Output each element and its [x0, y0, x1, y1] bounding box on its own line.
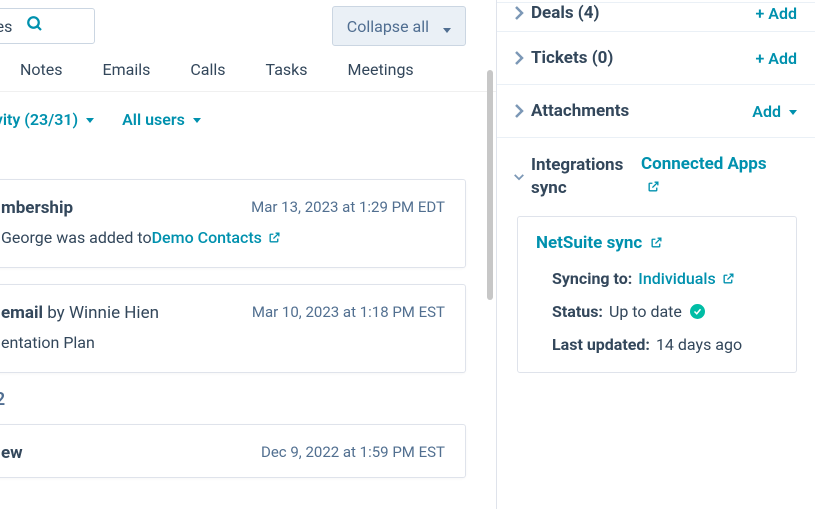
year-separator: 2022 — [0, 389, 496, 410]
netsuite-sync-card: NetSuite sync Syncing to: Individuals — [517, 216, 797, 373]
top-row: ivities Collapse all — [0, 0, 496, 46]
external-link-icon — [647, 180, 660, 193]
caret-down-icon — [193, 118, 201, 123]
activity-timeline-panel: ivities Collapse all Notes Emails Calls … — [0, 0, 496, 509]
section-integrations-sync: Integrations sync Connected Apps NetSuit… — [497, 138, 815, 373]
syncing-to-value-link[interactable]: Individuals — [638, 269, 715, 288]
external-link-icon[interactable] — [722, 272, 735, 285]
add-attachment-dropdown[interactable]: Add — [752, 102, 797, 121]
add-ticket-button[interactable]: + Add — [756, 49, 797, 68]
timeline-card-review[interactable]: ew Dec 9, 2022 at 1:59 PM EST — [0, 424, 466, 478]
connected-apps-link[interactable]: Connected Apps — [641, 154, 767, 198]
chevron-down-icon[interactable] — [507, 170, 531, 184]
card-body-text: George was added to — [1, 228, 152, 247]
chevron-right-icon[interactable] — [507, 104, 531, 118]
tab-tasks[interactable]: Tasks — [246, 60, 328, 79]
card-timestamp: Mar 10, 2023 at 1:18 PM EST — [252, 303, 445, 321]
collapse-all-label: Collapse all — [347, 17, 429, 36]
filter-users-dropdown[interactable]: All users — [122, 110, 201, 129]
external-link-icon[interactable] — [268, 231, 281, 244]
search-placeholder-partial: ivities — [0, 17, 12, 36]
filter-activity-dropdown[interactable]: er activity (23/31) — [0, 110, 94, 129]
last-updated-value: 14 days ago — [656, 335, 742, 354]
caret-down-icon — [86, 118, 94, 123]
tab-emails[interactable]: Emails — [83, 60, 171, 79]
status-value: Up to date — [609, 302, 682, 321]
check-circle-icon — [690, 304, 705, 319]
caret-down-icon — [435, 17, 451, 36]
section-title: Tickets (0) — [531, 48, 756, 68]
card-timestamp: Dec 9, 2022 at 1:59 PM EST — [261, 443, 445, 461]
section-attachments: Attachments Add — [497, 85, 815, 138]
filter-users-label: All users — [122, 110, 185, 129]
section-title: Attachments — [531, 101, 752, 121]
syncing-to-label: Syncing to: — [552, 269, 632, 288]
vertical-scrollbar[interactable] — [486, 0, 494, 509]
external-link-icon — [650, 236, 663, 249]
chevron-right-icon[interactable] — [507, 6, 531, 20]
search-icon[interactable] — [26, 15, 44, 37]
record-sidebar: Deals (4) + Add Tickets (0) + Add — [496, 0, 815, 509]
card-body-text: entation Plan — [1, 333, 95, 352]
section-title: Integrations sync — [531, 154, 641, 200]
chevron-right-icon[interactable] — [507, 51, 531, 65]
card-title: mbership — [1, 198, 73, 218]
collapse-all-button[interactable]: Collapse all — [332, 6, 466, 46]
filter-row: er activity (23/31) All users — [0, 92, 496, 149]
tab-calls[interactable]: Calls — [170, 60, 245, 79]
section-deals: Deals (4) + Add — [497, 2, 815, 32]
timeline-card-membership[interactable]: mbership Mar 13, 2023 at 1:29 PM EDT Geo… — [0, 179, 466, 268]
card-timestamp: Mar 13, 2023 at 1:29 PM EDT — [251, 198, 445, 216]
section-tickets: Tickets (0) + Add — [497, 32, 815, 85]
netsuite-sync-link[interactable]: NetSuite sync — [536, 233, 663, 253]
demo-contacts-link[interactable]: Demo Contacts — [152, 228, 262, 247]
filter-activity-label: er activity (23/31) — [0, 110, 78, 129]
tabs-row: Notes Emails Calls Tasks Meetings — [0, 46, 496, 92]
scrollbar-thumb[interactable] — [487, 70, 493, 300]
caret-down-icon — [789, 110, 797, 115]
tab-meetings[interactable]: Meetings — [328, 60, 434, 79]
search-activities-input[interactable]: ivities — [0, 8, 95, 44]
timeline-card-email[interactable]: email by Winnie Hien Mar 10, 2023 at 1:1… — [0, 284, 466, 373]
status-label: Status: — [552, 302, 603, 321]
card-title: email by Winnie Hien — [1, 303, 159, 323]
add-deal-button[interactable]: + Add — [756, 4, 797, 23]
card-title: ew — [1, 443, 23, 463]
section-title: Deals (4) — [531, 3, 756, 23]
tab-notes[interactable]: Notes — [0, 60, 83, 79]
last-updated-label: Last updated: — [552, 335, 650, 354]
